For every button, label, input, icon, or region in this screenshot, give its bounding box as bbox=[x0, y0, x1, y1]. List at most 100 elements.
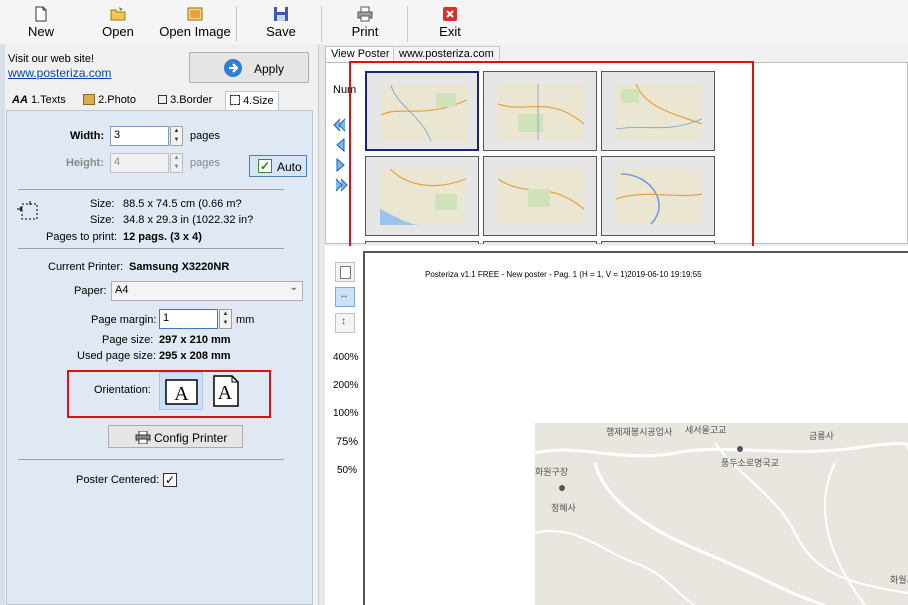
paper-select-value: A4 bbox=[115, 284, 129, 296]
used-page-size-label: Used page size: bbox=[77, 350, 156, 362]
spin-up-icon: ▲ bbox=[173, 128, 180, 134]
config-printer-button[interactable]: Config Printer bbox=[108, 425, 243, 448]
open-image-button[interactable]: Open Image bbox=[158, 6, 232, 42]
toolbar-separator bbox=[407, 6, 408, 42]
border-tab-icon bbox=[158, 95, 167, 104]
map-label: 화원구장 bbox=[535, 467, 569, 477]
new-button-label: New bbox=[27, 24, 54, 39]
paper-select[interactable]: A4 ⌄ bbox=[111, 281, 303, 301]
preview-page-header: Posteriza v1.1 FREE - New poster - Pag. … bbox=[425, 270, 702, 279]
spin-down-icon: ▼ bbox=[173, 164, 180, 170]
height-label: Height: bbox=[66, 157, 104, 169]
pages-to-print-label: Pages to print: bbox=[46, 231, 117, 243]
auto-button-label: Auto bbox=[277, 160, 302, 174]
splitter[interactable] bbox=[318, 44, 325, 605]
print-button[interactable]: Print bbox=[346, 6, 384, 42]
width-label: Width: bbox=[70, 130, 105, 142]
width-spinner[interactable]: ▲ ▼ bbox=[170, 126, 183, 146]
page-margin-spinner[interactable]: ▲ ▼ bbox=[219, 309, 232, 329]
tab-texts[interactable]: AA 1.Texts bbox=[8, 91, 70, 111]
page-margin-input[interactable]: 1 bbox=[159, 309, 218, 329]
spin-down-icon: ▼ bbox=[222, 320, 229, 326]
fit-height-button[interactable]: ↕ bbox=[335, 313, 355, 333]
photo-tab-icon bbox=[83, 94, 95, 105]
arrow-right-icon bbox=[224, 59, 242, 77]
zoom-100[interactable]: 100% bbox=[333, 408, 359, 419]
visit-website-text: Visit our web site! bbox=[8, 53, 95, 65]
tab-photo[interactable]: 2.Photo bbox=[79, 91, 140, 111]
poster-centered-checkbox[interactable]: ✓ bbox=[163, 473, 177, 487]
checkmark-icon: ✓ bbox=[164, 473, 176, 487]
spin-down-icon: ▼ bbox=[173, 137, 180, 143]
tab-size-label: 4.Size bbox=[243, 95, 274, 107]
printer-icon bbox=[135, 431, 151, 444]
open-folder-icon bbox=[110, 7, 126, 21]
orientation-highlight-box bbox=[67, 370, 271, 418]
open-button[interactable]: Open bbox=[98, 6, 138, 42]
map-label: 세서울고교 bbox=[685, 425, 727, 435]
size-in-value: 34.8 x 29.3 in (1022.32 in? bbox=[123, 214, 254, 226]
apply-button-label: Apply bbox=[254, 62, 285, 76]
divider bbox=[18, 459, 284, 460]
toolbar-separator bbox=[236, 6, 237, 42]
tab-border[interactable]: 3.Border bbox=[154, 91, 216, 111]
checkmark-icon: ✓ bbox=[258, 159, 272, 173]
height-spinner[interactable]: ▲ ▼ bbox=[170, 153, 183, 173]
toolbar-separator bbox=[321, 6, 322, 42]
map-label: 화월사 bbox=[890, 575, 908, 585]
fit-page-button[interactable] bbox=[335, 262, 355, 282]
page-size-label: Page size: bbox=[102, 334, 154, 346]
printer-icon bbox=[357, 6, 373, 22]
zoom-75[interactable]: 75% bbox=[336, 436, 358, 448]
height-input[interactable]: 4 bbox=[110, 153, 169, 173]
fit-width-button[interactable]: ↔ bbox=[335, 287, 355, 307]
page-margin-label: Page margin: bbox=[91, 314, 157, 326]
pages-to-print-value: 12 pags. (3 x 4) bbox=[123, 231, 202, 243]
size-tab-icon bbox=[230, 95, 240, 105]
first-page-icon bbox=[333, 118, 346, 132]
zoom-400[interactable]: 400% bbox=[333, 352, 359, 363]
open-button-label: Open bbox=[102, 24, 134, 39]
fit-width-icon: ↔ bbox=[339, 290, 349, 301]
current-printer-value: Samsung X3220NR bbox=[129, 261, 230, 273]
previous-page-icon bbox=[336, 137, 345, 153]
current-printer-label: Current Printer: bbox=[48, 261, 124, 273]
new-file-icon bbox=[35, 6, 47, 22]
divider bbox=[18, 248, 284, 249]
config-printer-label: Config Printer bbox=[154, 431, 228, 445]
open-image-button-label: Open Image bbox=[159, 24, 231, 39]
map-preview-image: 행제재봉시공업사 세서울고교 금룡사 풍두소로명국교 화원구장 정혜사 화월사 bbox=[535, 423, 908, 605]
map-roads bbox=[535, 442, 908, 605]
spin-up-icon: ▲ bbox=[222, 311, 229, 317]
save-button[interactable]: Save bbox=[262, 6, 300, 42]
poster-centered-label: Poster Centered: bbox=[76, 474, 160, 486]
size-cm-label: Size: bbox=[90, 198, 115, 210]
spin-up-icon: ▲ bbox=[173, 155, 180, 161]
texts-tab-icon: AA bbox=[12, 94, 28, 106]
zoom-200[interactable]: 200% bbox=[333, 380, 359, 391]
thumbnails-highlight-box bbox=[349, 61, 754, 268]
divider bbox=[18, 189, 284, 190]
map-label: 금룡사 bbox=[809, 431, 834, 441]
map-label: 정혜사 bbox=[551, 503, 576, 513]
chevron-down-icon: ⌄ bbox=[289, 282, 298, 293]
exit-button[interactable]: Exit bbox=[433, 6, 467, 42]
open-image-icon bbox=[187, 7, 203, 21]
paper-label: Paper: bbox=[74, 285, 107, 297]
exit-button-label: Exit bbox=[439, 24, 461, 39]
last-page-icon bbox=[335, 178, 348, 192]
used-page-size-value: 295 x 208 mm bbox=[159, 350, 231, 362]
map-label: 풍두소로명국교 bbox=[721, 458, 779, 468]
apply-button[interactable]: Apply bbox=[189, 52, 309, 83]
height-unit: pages bbox=[190, 157, 220, 169]
width-input[interactable]: 3 bbox=[110, 126, 169, 146]
tab-size[interactable]: 4.Size bbox=[225, 91, 279, 112]
page-size-value: 297 x 210 mm bbox=[159, 334, 231, 346]
zoom-50[interactable]: 50% bbox=[337, 465, 357, 476]
website-link[interactable]: www.posteriza.com bbox=[8, 66, 111, 80]
exit-close-icon bbox=[443, 7, 457, 21]
auto-toggle-button[interactable]: ✓ Auto bbox=[249, 155, 307, 177]
poster-size-icon bbox=[17, 201, 38, 220]
save-disk-icon bbox=[274, 7, 288, 21]
new-button[interactable]: New bbox=[22, 6, 60, 42]
